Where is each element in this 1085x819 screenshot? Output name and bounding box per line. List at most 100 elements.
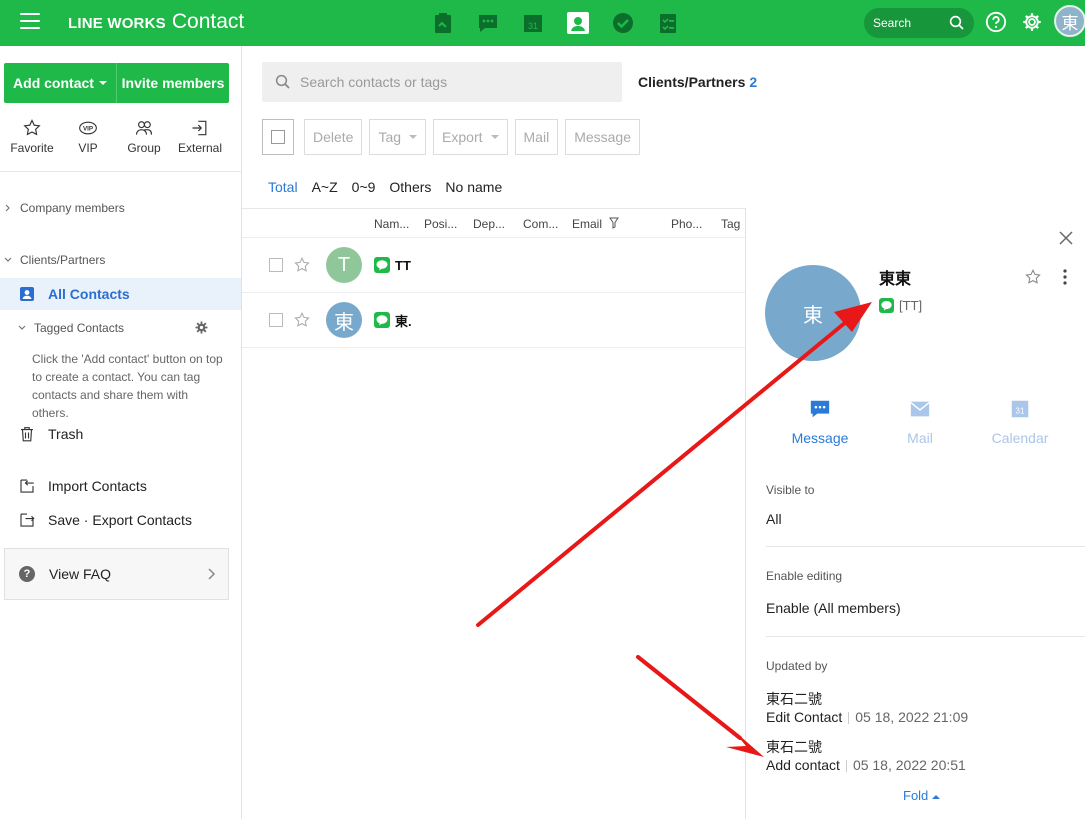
update-date: 05 18, 2022 20:51 bbox=[852, 757, 966, 773]
sidebar-item-all-contacts[interactable]: All Contacts bbox=[0, 278, 241, 310]
mail-icon bbox=[910, 401, 930, 417]
filter-0-9[interactable]: 0~9 bbox=[352, 179, 376, 195]
delete-button[interactable]: Delete bbox=[304, 119, 363, 155]
all-contacts-label: All Contacts bbox=[48, 286, 130, 302]
message-action-label: Message bbox=[791, 430, 849, 446]
col-department[interactable]: Dep... bbox=[473, 217, 505, 231]
star-icon[interactable] bbox=[293, 311, 311, 329]
tagged-contacts-item[interactable]: Tagged Contacts bbox=[0, 318, 241, 338]
search-placeholder: Search contacts or tags bbox=[300, 74, 448, 90]
task-icon[interactable] bbox=[600, 8, 645, 38]
filter-a-z[interactable]: A~Z bbox=[312, 179, 338, 195]
table-row[interactable]: 東 東. bbox=[242, 293, 745, 348]
add-bar: Add contact Invite members bbox=[4, 63, 229, 103]
form-icon[interactable] bbox=[645, 8, 690, 38]
add-contact-button[interactable]: Add contact bbox=[4, 63, 117, 103]
favorite-label: Favorite bbox=[10, 141, 54, 155]
mail-button[interactable]: Mail bbox=[514, 119, 559, 155]
contact-icon[interactable] bbox=[555, 8, 600, 38]
update-user: 東石二號 bbox=[766, 739, 822, 755]
col-phone[interactable]: Pho... bbox=[671, 217, 702, 231]
row-checkbox[interactable] bbox=[269, 258, 283, 272]
save-export-contacts-item[interactable]: Save · Export Contacts bbox=[18, 511, 192, 529]
section-title-label: Clients/Partners bbox=[638, 74, 746, 90]
global-search-input[interactable]: Search bbox=[864, 8, 974, 38]
enable-editing-section: Enable editing Enable (All members) bbox=[766, 569, 1085, 637]
fold-button[interactable]: Fold bbox=[903, 788, 941, 803]
user-avatar[interactable]: 東 bbox=[1054, 5, 1085, 37]
chevron-down-icon bbox=[4, 257, 12, 262]
close-icon[interactable] bbox=[1058, 230, 1074, 246]
trash-item[interactable]: Trash bbox=[18, 425, 83, 443]
vip-icon: VIP bbox=[79, 121, 97, 135]
col-tag[interactable]: Tag bbox=[721, 217, 740, 231]
hamburger-menu-icon[interactable] bbox=[20, 13, 40, 29]
chevron-right-icon bbox=[5, 204, 10, 212]
update-entry: Edit Contact 05 18, 2022 21:09 bbox=[766, 709, 968, 725]
external-icon bbox=[192, 120, 207, 136]
update-entry: Add contact 05 18, 2022 20:51 bbox=[766, 757, 966, 773]
view-faq-button[interactable]: ? View FAQ bbox=[4, 548, 229, 600]
col-company[interactable]: Com... bbox=[523, 217, 558, 231]
filter-total[interactable]: Total bbox=[268, 179, 298, 195]
visible-to-section: Visible to All bbox=[766, 483, 1085, 547]
vip-button[interactable]: VIP VIP bbox=[60, 118, 116, 155]
star-icon[interactable] bbox=[1024, 268, 1042, 286]
import-icon bbox=[20, 479, 34, 493]
trash-icon bbox=[21, 427, 33, 442]
export-button[interactable]: Export bbox=[433, 119, 508, 155]
mail-action[interactable]: Mail bbox=[880, 398, 960, 446]
contact-search-input[interactable]: Search contacts or tags bbox=[262, 62, 622, 102]
search-icon[interactable] bbox=[948, 14, 966, 32]
contact-list-area: Search contacts or tags Clients/Partners… bbox=[242, 46, 757, 819]
external-button[interactable]: External bbox=[172, 118, 228, 155]
app-logo[interactable]: LINE WORKS Contact bbox=[68, 10, 244, 34]
contact-name[interactable]: 東. bbox=[395, 311, 412, 330]
calendar-action[interactable]: 31 Calendar bbox=[980, 398, 1060, 446]
enable-editing-value: Enable (All members) bbox=[766, 600, 901, 616]
import-contacts-item[interactable]: Import Contacts bbox=[18, 477, 147, 495]
tagged-contacts-label: Tagged Contacts bbox=[34, 321, 125, 335]
clients-partners-item[interactable]: Clients/Partners bbox=[0, 253, 241, 267]
quick-filters: Favorite VIP VIP Group External bbox=[0, 118, 242, 155]
group-label: Group bbox=[127, 141, 161, 155]
more-vertical-icon[interactable] bbox=[1062, 268, 1068, 286]
avatar: 東 bbox=[326, 302, 362, 338]
col-position[interactable]: Posi... bbox=[424, 217, 457, 231]
avatar: T bbox=[326, 247, 362, 283]
index-filters: Total A~Z 0~9 Others No name bbox=[268, 179, 502, 195]
col-name[interactable]: Nam... bbox=[374, 217, 409, 231]
calendar-icon[interactable]: 31 bbox=[510, 8, 555, 38]
settings-gear-icon[interactable] bbox=[1021, 11, 1043, 33]
filter-others[interactable]: Others bbox=[389, 179, 431, 195]
note-icon[interactable] bbox=[420, 8, 465, 38]
svg-text:VIP: VIP bbox=[83, 126, 93, 133]
filter-funnel-icon[interactable] bbox=[609, 217, 619, 229]
star-icon[interactable] bbox=[293, 256, 311, 274]
row-checkbox[interactable] bbox=[269, 313, 283, 327]
section-count: 2 bbox=[749, 74, 758, 90]
vip-label: VIP bbox=[78, 141, 98, 155]
message-button[interactable]: Message bbox=[565, 119, 640, 155]
brand-product: Contact bbox=[171, 10, 245, 33]
col-email[interactable]: Email bbox=[572, 217, 602, 231]
select-all-checkbox[interactable] bbox=[262, 119, 294, 155]
group-button[interactable]: Group bbox=[116, 118, 172, 155]
visible-to-value: All bbox=[766, 511, 782, 527]
favorite-button[interactable]: Favorite bbox=[4, 118, 60, 155]
line-icon bbox=[374, 257, 390, 273]
invite-members-button[interactable]: Invite members bbox=[117, 63, 229, 103]
contact-name[interactable]: TT bbox=[395, 258, 411, 273]
tag-button[interactable]: Tag bbox=[369, 119, 427, 155]
faq-label: View FAQ bbox=[49, 566, 111, 582]
save-export-label: Save · Export Contacts bbox=[48, 512, 192, 528]
filter-no-name[interactable]: No name bbox=[445, 179, 502, 195]
message-action[interactable]: Message bbox=[780, 398, 860, 446]
table-row[interactable]: T TT bbox=[242, 238, 745, 293]
help-icon[interactable] bbox=[985, 11, 1007, 33]
update-date: 05 18, 2022 21:09 bbox=[855, 709, 969, 725]
tag-help-text: Click the 'Add contact' button on top to… bbox=[32, 352, 223, 420]
company-members-item[interactable]: Company members bbox=[0, 201, 241, 215]
gear-icon[interactable] bbox=[195, 321, 208, 334]
chat-icon[interactable] bbox=[465, 8, 510, 38]
